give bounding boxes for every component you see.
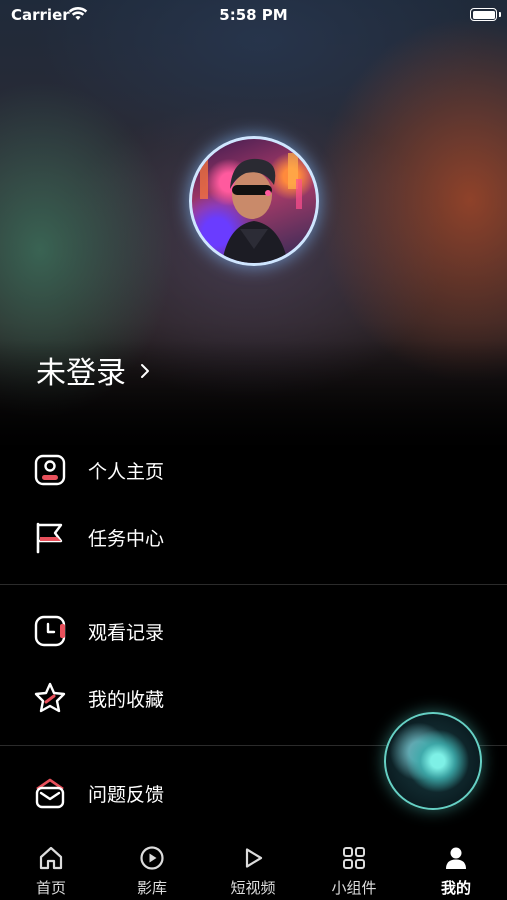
menu-label: 观看记录 — [88, 621, 165, 644]
avatar[interactable] — [189, 136, 319, 266]
grid-icon — [343, 847, 365, 869]
home-icon — [39, 846, 63, 870]
status-bar: Carrier 5:58 PM — [0, 0, 507, 32]
menu-item-history[interactable]: 观看记录 — [0, 601, 507, 661]
chevron-right-icon — [141, 364, 149, 378]
floating-assistant-button[interactable] — [384, 712, 482, 810]
menu-label: 任务中心 — [88, 527, 165, 550]
tab-label: 我的 — [440, 879, 471, 897]
menu-item-tasks[interactable]: 任务中心 — [0, 507, 507, 567]
play-circle-icon — [140, 846, 164, 870]
mail-icon — [35, 778, 65, 809]
section-divider — [0, 584, 507, 585]
battery-icon — [470, 8, 497, 21]
star-icon — [34, 682, 66, 713]
menu-label: 我的收藏 — [88, 688, 165, 711]
clock-time: 5:58 PM — [219, 6, 288, 24]
tab-label: 短视频 — [230, 879, 276, 897]
menu-label: 个人主页 — [88, 460, 165, 483]
tab-widgets[interactable]: 小组件 — [314, 836, 394, 900]
tab-label: 影库 — [136, 879, 167, 897]
tab-label: 首页 — [35, 879, 66, 897]
clock-icon — [34, 615, 66, 647]
tab-bar: 首页 影库 短视频 小组件 我的 — [0, 836, 507, 900]
tab-short-video[interactable]: 短视频 — [213, 836, 293, 900]
battery-tip — [499, 12, 501, 17]
play-icon — [245, 848, 263, 868]
menu-label: 问题反馈 — [88, 783, 165, 806]
flag-icon — [36, 522, 63, 554]
menu-item-homepage[interactable]: 个人主页 — [0, 440, 507, 500]
tab-home[interactable]: 首页 — [11, 836, 91, 900]
tab-label: 小组件 — [331, 879, 377, 897]
tab-mine[interactable]: 我的 — [416, 836, 496, 900]
login-label: 未登录 — [36, 356, 126, 391]
profile-card-icon — [34, 454, 66, 486]
person-icon — [446, 847, 466, 869]
tab-library[interactable]: 影库 — [112, 836, 192, 900]
login-link[interactable]: 未登录 — [36, 348, 152, 392]
avatar-illustration — [200, 153, 302, 263]
